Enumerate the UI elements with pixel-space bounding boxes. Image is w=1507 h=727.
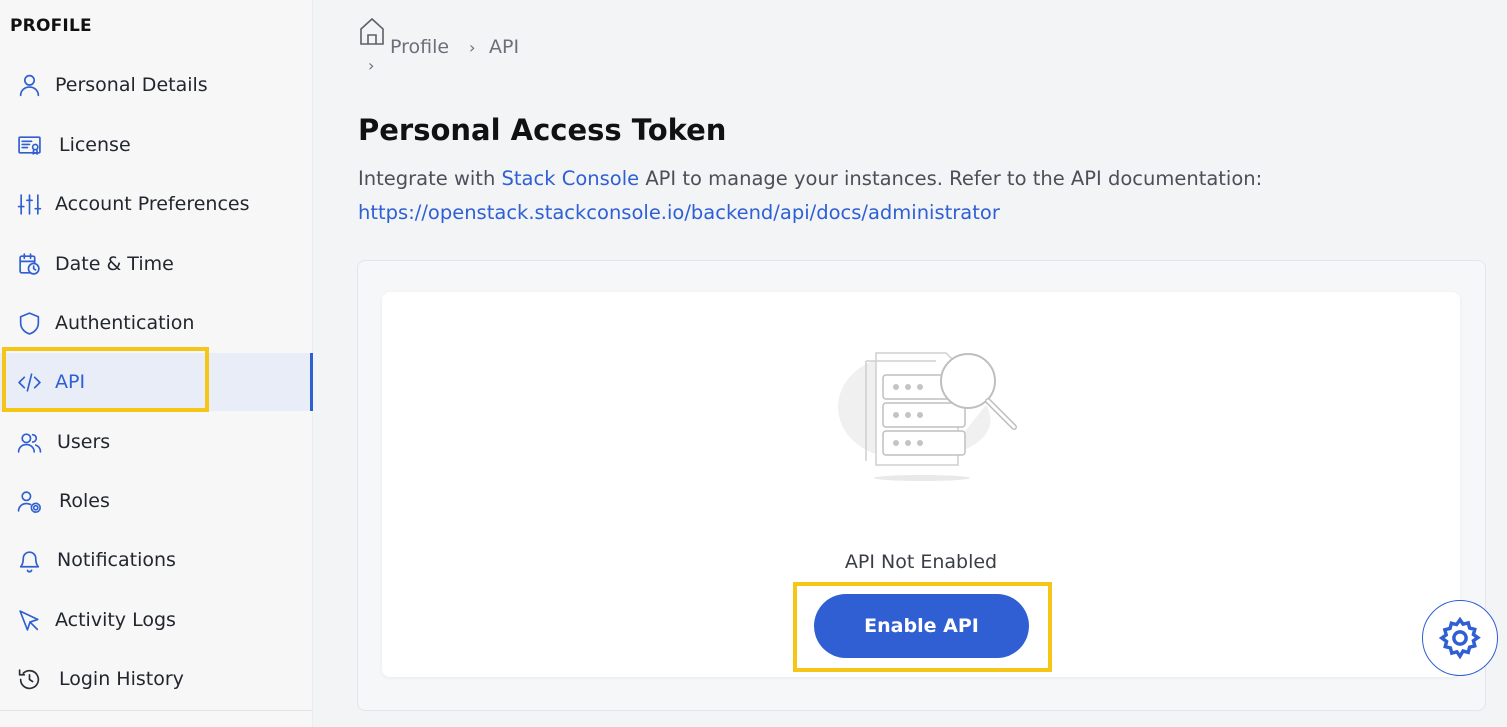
sidebar-item-label: Roles [59, 490, 110, 512]
sidebar-item-roles[interactable]: Roles [0, 472, 313, 530]
sidebar-item-users[interactable]: Users [0, 413, 313, 471]
sidebar-item-label: Activity Logs [55, 609, 176, 631]
breadcrumb-separator: › [368, 56, 375, 75]
sidebar-heading: PROFILE [10, 16, 92, 36]
users-icon [16, 429, 42, 455]
page-title: Personal Access Token [358, 113, 727, 147]
sidebar-item-notifications[interactable]: Notifications [0, 531, 313, 589]
sidebar-item-activity-logs[interactable]: Activity Logs [0, 591, 313, 649]
sidebar: PROFILE Personal Details License Account… [0, 0, 313, 727]
server-search-illustration [838, 352, 1017, 481]
sidebar-item-label: Login History [59, 668, 184, 690]
gear-icon [1438, 616, 1481, 660]
stack-console-link[interactable]: Stack Console [502, 167, 640, 190]
sidebar-item-label: License [59, 134, 131, 156]
sidebar-item-label: Date & Time [55, 253, 174, 275]
page-description: Integrate with Stack Console API to mana… [358, 162, 1478, 230]
shield-icon [16, 310, 42, 336]
breadcrumb-api: API [489, 36, 520, 58]
desc-text: API to manage your instances. Refer to t… [639, 167, 1263, 190]
sidebar-item-license[interactable]: License [0, 116, 313, 174]
settings-button[interactable] [1422, 600, 1498, 676]
api-docs-link[interactable]: https://openstack.stackconsole.io/backen… [358, 201, 1000, 224]
divider [0, 710, 313, 711]
api-status-text: API Not Enabled [844, 551, 998, 573]
sidebar-item-label: Personal Details [55, 74, 208, 96]
sidebar-item-label: Account Preferences [55, 193, 250, 215]
sidebar-item-label: Notifications [57, 549, 176, 571]
sidebar-item-account-preferences[interactable]: Account Preferences [0, 175, 313, 233]
license-icon [16, 132, 42, 158]
sidebar-item-date-time[interactable]: Date & Time [0, 235, 313, 293]
user-gear-icon [16, 488, 42, 514]
history-icon [16, 666, 42, 692]
bell-icon [16, 547, 42, 573]
breadcrumb-separator: › [469, 38, 476, 57]
user-icon [16, 72, 42, 98]
desc-text: Integrate with [358, 167, 502, 190]
sidebar-item-label: API [55, 371, 86, 393]
sidebar-item-login-history[interactable]: Login History [0, 650, 313, 708]
home-icon[interactable] [358, 16, 386, 46]
sliders-icon [16, 191, 42, 217]
breadcrumb-profile[interactable]: Profile [390, 36, 449, 58]
calendar-clock-icon [16, 251, 42, 277]
sidebar-item-authentication[interactable]: Authentication [0, 294, 313, 352]
sidebar-item-api[interactable]: API [0, 353, 313, 411]
sidebar-item-label: Users [57, 431, 111, 453]
enable-api-button[interactable]: Enable API [814, 594, 1029, 658]
sidebar-item-label: Authentication [55, 312, 195, 334]
code-icon [16, 369, 42, 395]
sidebar-item-personal-details[interactable]: Personal Details [0, 56, 313, 114]
cursor-icon [16, 607, 42, 633]
